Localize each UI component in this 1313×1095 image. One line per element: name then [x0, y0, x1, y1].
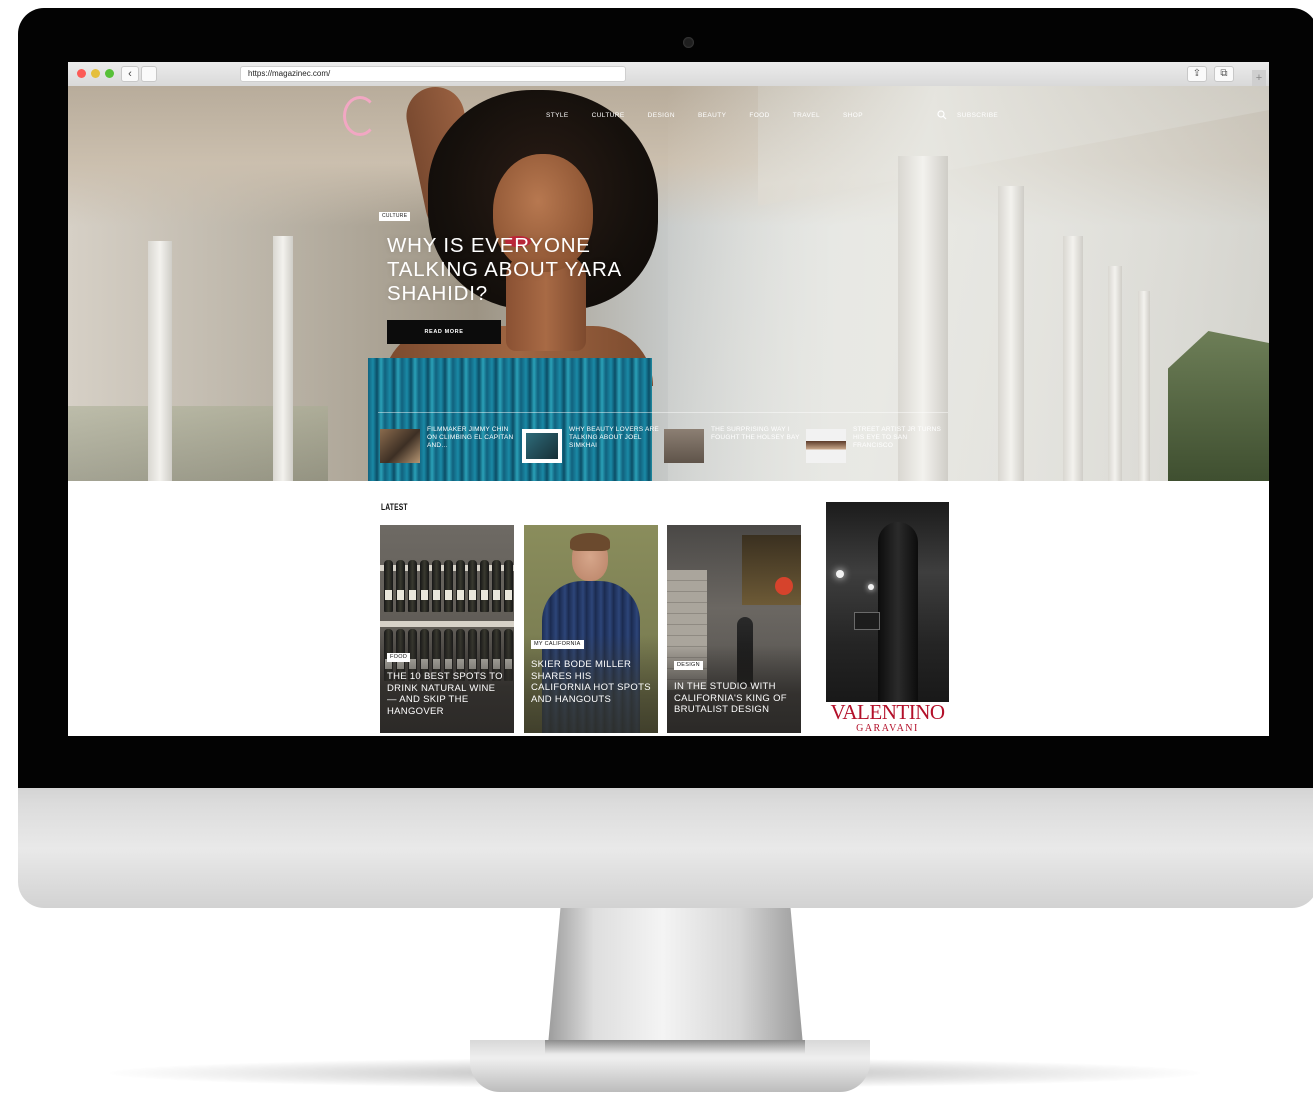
- subscribe-link[interactable]: SUBSCRIBE: [957, 112, 998, 119]
- card-title[interactable]: THE 10 BEST SPOTS TO DRINK NATURAL WINE …: [387, 671, 507, 717]
- hero-category-tag[interactable]: CULTURE: [379, 212, 411, 221]
- ad-figure: [878, 522, 918, 712]
- mini-story[interactable]: WHY BEAUTY LOVERS ARE TALKING ABOUT JOEL…: [522, 426, 662, 466]
- plus-icon: +: [1255, 72, 1263, 84]
- share-button[interactable]: ⇪: [1187, 66, 1207, 82]
- hero-column: [148, 241, 172, 481]
- camera-icon: [683, 37, 694, 48]
- mini-story[interactable]: THE SURPRISING WAY I FOUGHT THE HOLSEY B…: [664, 426, 804, 466]
- skier-hair: [570, 533, 610, 551]
- article-card-my-california[interactable]: MY CALIFORNIA SKIER BODE MILLER SHARES H…: [524, 525, 658, 733]
- mini-story-title: FILMMAKER JIMMY CHIN ON CLIMBING EL CAPI…: [427, 426, 514, 449]
- site-logo[interactable]: [343, 96, 377, 136]
- nav-beauty[interactable]: BEAUTY: [698, 112, 726, 119]
- hero-column: [1138, 291, 1150, 481]
- tabs-icon: ⧉: [1220, 68, 1228, 79]
- nav-food[interactable]: FOOD: [749, 112, 769, 119]
- mini-story-title: WHY BEAUTY LOVERS ARE TALKING ABOUT JOEL…: [569, 426, 659, 449]
- mini-story-title: STREET ARTIST JR TURNS HIS EYE TO SAN FR…: [853, 426, 942, 449]
- nav-travel[interactable]: TRAVEL: [793, 112, 820, 119]
- mini-story-thumbnail: [664, 429, 704, 463]
- close-window-button[interactable]: [77, 69, 86, 78]
- hero-column: [998, 186, 1024, 481]
- forward-button[interactable]: [141, 66, 157, 82]
- card-shelf: [380, 621, 514, 627]
- stand-shadow: [545, 1040, 805, 1054]
- mini-story[interactable]: FILMMAKER JIMMY CHIN ON CLIMBING EL CAPI…: [380, 426, 520, 466]
- card-title[interactable]: SKIER BODE MILLER SHARES HIS CALIFORNIA …: [531, 659, 651, 705]
- card-title[interactable]: IN THE STUDIO WITH CALIFORNIA'S KING OF …: [674, 681, 794, 716]
- mini-story-thumbnail: [806, 429, 846, 463]
- article-card-design[interactable]: DESIGN IN THE STUDIO WITH CALIFORNIA'S K…: [667, 525, 801, 733]
- tabs-button[interactable]: ⧉: [1214, 66, 1234, 82]
- mini-story-thumbnail: [522, 429, 562, 463]
- ad-brand-logo: VALENTINO: [830, 700, 945, 724]
- zoom-window-button[interactable]: [105, 69, 114, 78]
- design-lamp: [775, 577, 793, 595]
- nav-culture[interactable]: CULTURE: [592, 112, 625, 119]
- card-tag[interactable]: MY CALIFORNIA: [531, 640, 584, 649]
- ad-light: [836, 570, 844, 578]
- hero-column: [1108, 266, 1122, 481]
- mini-story-title: THE SURPRISING WAY I FOUGHT THE HOLSEY B…: [711, 426, 800, 441]
- share-icon: ⇪: [1192, 68, 1202, 79]
- valentino-ad[interactable]: VALENTINO GARAVANI: [826, 502, 949, 736]
- read-more-button[interactable]: READ MORE: [387, 320, 501, 344]
- url-text: https://magazinec.com/: [248, 69, 331, 78]
- hero-column: [1063, 236, 1083, 481]
- back-button[interactable]: ‹: [121, 66, 139, 82]
- search-icon[interactable]: [936, 109, 948, 121]
- latest-heading: LATEST: [381, 502, 408, 512]
- imac-stand: [548, 905, 803, 1045]
- mini-story[interactable]: STREET ARTIST JR TURNS HIS EYE TO SAN FR…: [806, 426, 946, 466]
- design-window: [742, 535, 801, 605]
- nav-style[interactable]: STYLE: [546, 112, 569, 119]
- minimize-window-button[interactable]: [91, 69, 100, 78]
- new-tab-button[interactable]: +: [1252, 70, 1266, 86]
- nav-shop[interactable]: SHOP: [843, 112, 863, 119]
- ad-light: [868, 584, 874, 590]
- card-tag[interactable]: DESIGN: [674, 661, 703, 670]
- hero: STYLE CULTURE DESIGN BEAUTY FOOD TRAVEL …: [68, 86, 1269, 481]
- nav-design[interactable]: DESIGN: [648, 112, 675, 119]
- card-tag[interactable]: FOOD: [387, 653, 411, 662]
- screen: ‹ https://magazinec.com/ ⇪ ⧉ + STYLE CUL…: [68, 62, 1269, 736]
- hero-title[interactable]: WHY IS EVERYONE TALKING ABOUT YARA SHAHI…: [387, 234, 657, 306]
- card-bottles: [384, 560, 513, 612]
- chevron-left-icon: ‹: [128, 68, 132, 80]
- address-bar[interactable]: https://magazinec.com/: [240, 66, 626, 82]
- mini-story-thumbnail: [380, 429, 420, 463]
- hero-divider: [378, 412, 948, 413]
- ad-brand-sub: GARAVANI: [856, 723, 919, 734]
- article-card-food[interactable]: FOOD THE 10 BEST SPOTS TO DRINK NATURAL …: [380, 525, 514, 733]
- ad-bag: [854, 612, 880, 630]
- main-nav: STYLE CULTURE DESIGN BEAUTY FOOD TRAVEL …: [546, 112, 886, 119]
- hero-column: [273, 236, 293, 481]
- browser-toolbar: ‹ https://magazinec.com/ ⇪ ⧉ +: [68, 62, 1269, 87]
